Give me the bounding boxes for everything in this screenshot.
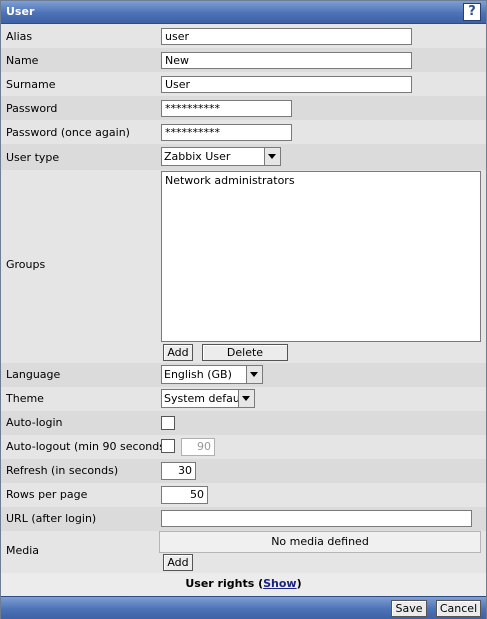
user-type-value: Zabbix User <box>164 150 231 163</box>
title-bar: User ? <box>1 1 486 24</box>
row-surname: Surname User <box>1 72 486 96</box>
footer-bar: Save Cancel <box>1 596 486 619</box>
row-media: Media No media defined Add <box>1 531 486 573</box>
media-label: Media <box>6 544 40 557</box>
password-label: Password <box>6 102 58 115</box>
row-password: Password ********** <box>1 96 486 120</box>
url-input[interactable] <box>161 510 472 527</box>
rows-per-page-input[interactable]: 50 <box>161 486 208 504</box>
password-again-input[interactable]: ********** <box>161 124 292 141</box>
surname-input[interactable]: User <box>161 76 412 93</box>
add-group-button[interactable]: Add <box>163 344 193 361</box>
cancel-button[interactable]: Cancel <box>436 600 481 617</box>
name-input[interactable]: New <box>161 52 412 69</box>
groups-listbox[interactable]: Network administrators <box>161 171 481 342</box>
surname-label: Surname <box>6 78 56 91</box>
window-title: User <box>6 5 35 18</box>
row-alias: Alias user <box>1 24 486 48</box>
group-item[interactable]: Network administrators <box>162 172 480 189</box>
row-language: Language English (GB) <box>1 363 486 387</box>
delete-selected-button[interactable]: Delete selected <box>202 344 288 374</box>
user-form-window: User ? Alias user Name New Surname User … <box>0 0 487 619</box>
theme-label: Theme <box>6 392 44 405</box>
name-label: Name <box>6 54 39 67</box>
user-rights-label: User rights <box>185 577 255 590</box>
user-rights-show-link[interactable]: Show <box>263 577 296 590</box>
chevron-down-icon[interactable] <box>238 390 254 407</box>
chevron-down-icon[interactable] <box>246 366 262 383</box>
language-value: English (GB) <box>164 368 232 381</box>
refresh-input[interactable]: 30 <box>161 462 196 480</box>
user-type-select[interactable]: Zabbix User <box>161 147 281 166</box>
autologout-label: Auto-logout (min 90 seconds) <box>6 440 170 453</box>
url-label: URL (after login) <box>6 512 97 525</box>
alias-label: Alias <box>6 30 33 43</box>
alias-input[interactable]: user <box>161 28 412 45</box>
rows-per-page-label: Rows per page <box>6 488 88 501</box>
row-refresh: Refresh (in seconds) 30 <box>1 459 486 483</box>
row-theme: Theme System default <box>1 387 486 411</box>
refresh-label: Refresh (in seconds) <box>6 464 119 477</box>
autologin-checkbox[interactable] <box>161 416 175 430</box>
row-autologout: Auto-logout (min 90 seconds) 90 <box>1 435 486 459</box>
theme-select[interactable]: System default <box>161 389 255 408</box>
row-user-type: User type Zabbix User <box>1 144 486 170</box>
user-type-label: User type <box>6 151 60 164</box>
save-button[interactable]: Save <box>391 600 427 617</box>
language-label: Language <box>6 368 61 381</box>
language-select[interactable]: English (GB) <box>161 365 263 384</box>
row-autologin: Auto-login <box>1 411 486 435</box>
autologout-seconds-input[interactable]: 90 <box>181 438 215 456</box>
autologout-checkbox[interactable] <box>161 439 175 453</box>
row-name: Name New <box>1 48 486 72</box>
row-password-again: Password (once again) ********** <box>1 120 486 144</box>
autologin-label: Auto-login <box>6 416 63 429</box>
add-media-button[interactable]: Add <box>163 554 193 571</box>
password-again-label: Password (once again) <box>6 126 130 139</box>
password-input[interactable]: ********** <box>161 100 292 117</box>
row-url: URL (after login) <box>1 507 486 531</box>
row-rows-per-page: Rows per page 50 <box>1 483 486 507</box>
chevron-down-icon[interactable] <box>264 148 280 165</box>
row-groups: Groups Network administrators Add Delete… <box>1 170 486 374</box>
question-icon[interactable]: ? <box>463 3 481 21</box>
theme-value: System default <box>164 392 248 405</box>
groups-label: Groups <box>6 258 46 271</box>
user-rights-row: User rights (Show) <box>185 577 302 590</box>
media-list: No media defined <box>159 531 481 553</box>
